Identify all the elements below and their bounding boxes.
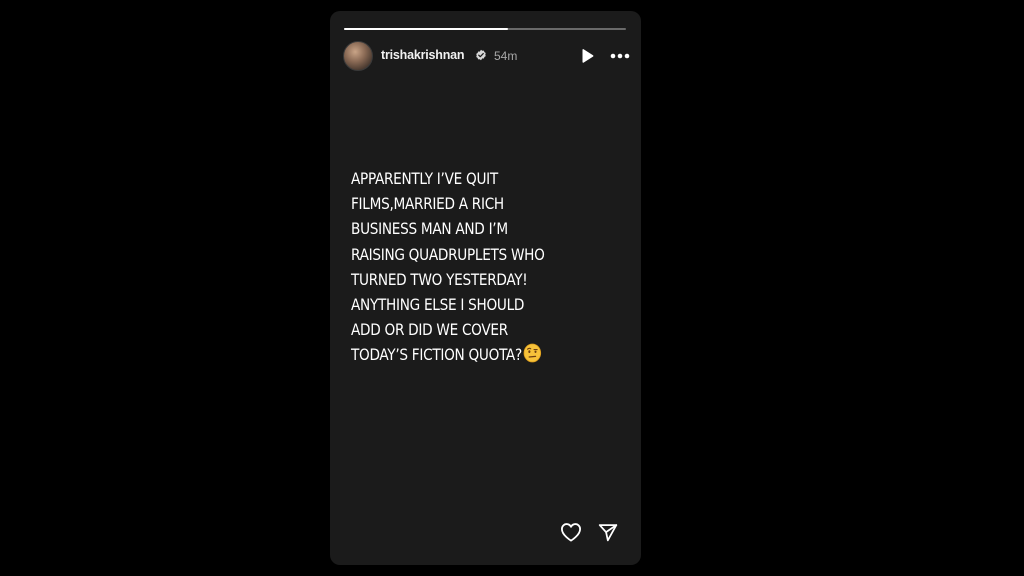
story-text-line: ANYTHING ELSE I SHOULD [351,295,525,315]
verified-badge-icon [476,49,486,61]
story-progress-bar [344,28,626,30]
story-text-line: APPARENTLY I’VE QUIT [351,169,498,188]
story-text-last-line: TODAY’S FICTION QUOTA? [351,342,616,367]
more-options-icon[interactable] [610,52,630,60]
story-text-line: BUSINESS MAN AND I’M [351,219,508,239]
story-text-line: TODAY’S FICTION QUOTA? [351,345,522,365]
story-text-line: RAISING QUADRUPLETS WHO [351,244,545,264]
play-icon[interactable] [579,48,595,64]
story-text: APPARENTLY I’VE QUIT FILMS,MARRIED A RIC… [351,166,616,368]
heart-icon[interactable] [560,522,582,542]
raised-eyebrow-emoji-icon [523,344,541,363]
send-icon[interactable] [597,522,619,543]
story-viewer[interactable]: trishakrishnan 54m APPARENTLY I’VE QUIT … [330,11,641,565]
story-text-line: TURNED TWO YESTERDAY! [351,269,528,289]
avatar[interactable] [343,41,373,71]
story-text-line: ADD OR DID WE COVER [351,320,508,340]
story-header: trishakrishnan 54m [343,40,633,72]
username[interactable]: trishakrishnan [381,48,465,62]
post-time: 54m [494,48,518,63]
story-text-line: FILMS,MARRIED A RICH [351,194,504,214]
story-progress-fill [344,28,508,30]
